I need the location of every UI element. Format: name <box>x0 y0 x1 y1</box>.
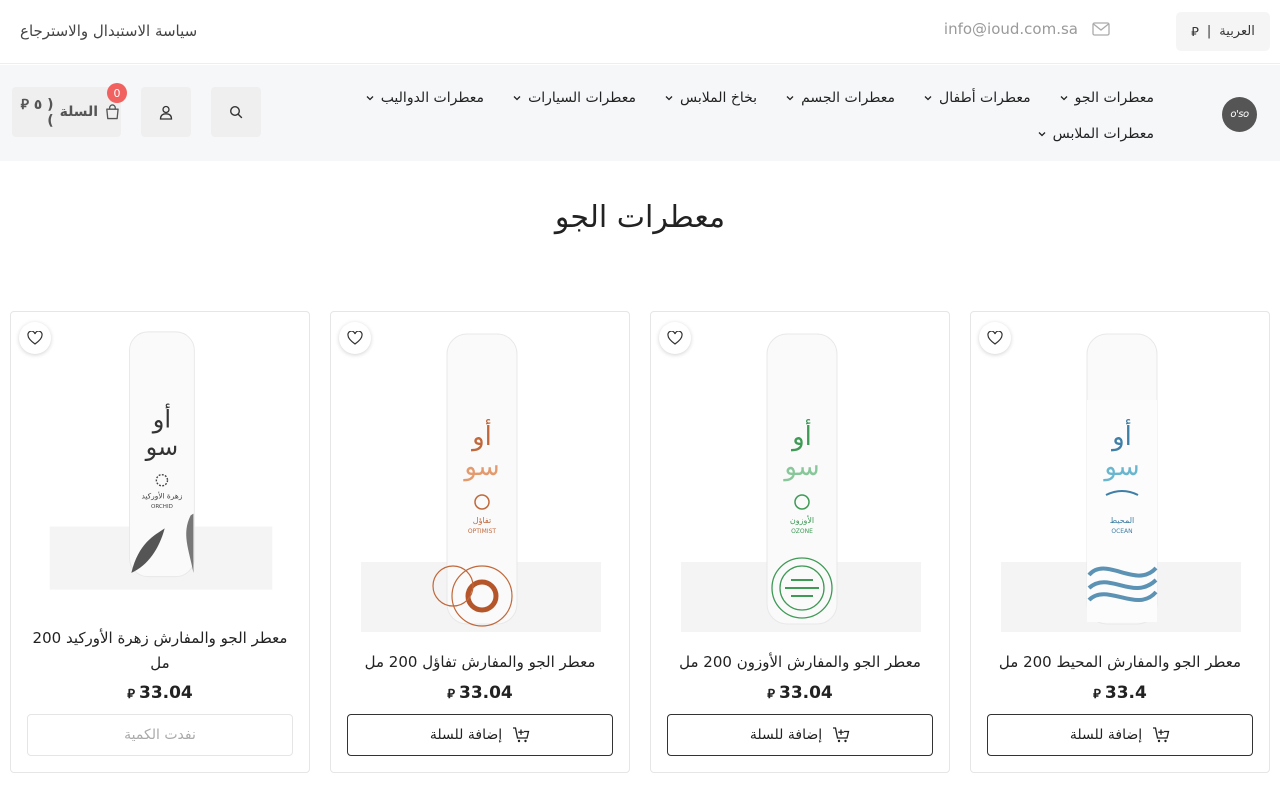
bottle-label-ar: زهرة الأوركيد <box>141 492 182 501</box>
account-button[interactable] <box>141 87 191 137</box>
bottle-brand-text: سو <box>782 452 819 482</box>
nav-item-car-fresheners[interactable]: معطرات السيارات <box>512 90 636 106</box>
nav-item-label: معطرات الدواليب <box>380 90 485 106</box>
add-to-cart-label: إضافة للسلة <box>1069 727 1143 743</box>
bottle-brand-text: أو <box>790 418 812 452</box>
nav-item-kids-fresheners[interactable]: معطرات أطفال <box>923 90 1031 106</box>
chevron-down-icon <box>665 96 673 101</box>
page-title: معطرات الجو <box>554 200 726 235</box>
bottle-label-ar: المحيط <box>1110 516 1134 525</box>
chevron-down-icon <box>366 96 374 101</box>
nav-row-2: معطرات الملابس <box>1037 126 1154 142</box>
cart-button[interactable]: السلة ( ٥ ⃁ ) <box>12 87 121 137</box>
add-to-cart-button[interactable]: إضافة للسلة <box>347 714 613 756</box>
shopping-bag-icon <box>106 104 119 120</box>
nav-item-label: معطرات الملابس <box>1052 126 1154 142</box>
bottle-label-en: OCEAN <box>1111 528 1132 535</box>
add-cart-icon <box>833 727 850 743</box>
contact-email[interactable]: info@ioud.com.sa <box>944 20 1110 38</box>
currency-symbol: ⃁ <box>767 686 775 702</box>
product-image[interactable]: أو سو تفاؤل OPTIMIST <box>361 330 601 632</box>
bottle-brand-text: سو <box>145 433 179 461</box>
product-image[interactable]: أو سو الأوزون OZONE <box>681 330 921 632</box>
product-name[interactable]: معطر الجو والمفارش الأوزون 200 مل <box>665 650 935 675</box>
top-bar: العربية | ⃁ info@ioud.com.sa سياسة الاست… <box>0 0 1280 64</box>
product-price: 33.04 ⃁ <box>331 683 629 703</box>
product-price: 33.04 ⃁ <box>651 683 949 703</box>
nav-item-closet-fresheners[interactable]: معطرات الدواليب <box>365 90 484 106</box>
nav-item-label: معطرات الجسم <box>801 90 896 106</box>
add-to-cart-label: إضافة للسلة <box>429 727 503 743</box>
nav-item-label: معطرات السيارات <box>528 90 637 106</box>
bottle-label-en: OZONE <box>791 528 813 535</box>
chevron-down-icon <box>1038 132 1046 137</box>
product-card: أو سو الأوزون OZONE معطر الجو والمفارش ا… <box>650 311 950 773</box>
bottle-brand-text: أو <box>470 418 492 452</box>
chevron-down-icon <box>924 96 932 101</box>
cart-amount: ( ٥ ⃁ ) <box>20 97 54 129</box>
cart-count-badge: 0 <box>107 83 127 103</box>
product-card: أو سو تفاؤل OPTIMIST معطر الجو والمفارش … <box>330 311 630 773</box>
user-icon <box>159 105 173 120</box>
bottle-label-en: OPTIMIST <box>468 528 497 535</box>
currency-symbol: ⃁ <box>447 686 455 702</box>
nav-item-body-fresheners[interactable]: معطرات الجسم <box>785 90 895 106</box>
product-name[interactable]: معطر الجو والمفارش المحيط 200 مل <box>985 650 1255 675</box>
bottle-label-ar: تفاؤل <box>473 516 491 525</box>
main-navigation: o'so معطرات الجو معطرات أطفال معطرات الج… <box>0 65 1280 161</box>
bottle-label-en: ORCHID <box>151 504 173 510</box>
bottle-brand-text: أو <box>1110 418 1132 452</box>
bottle-label-ar: الأوزون <box>790 515 814 525</box>
price-value: 33.04 <box>458 683 513 703</box>
price-value: 33.4 <box>1104 683 1147 703</box>
add-to-cart-button[interactable]: إضافة للسلة <box>667 714 933 756</box>
search-icon <box>229 105 243 119</box>
product-card: أو سو زهرة الأوركيد ORCHID معطر الجو وال… <box>10 311 310 773</box>
product-name[interactable]: معطر الجو والمفارش تفاؤل 200 مل <box>345 650 615 675</box>
cart-label: السلة <box>59 104 99 120</box>
currency-symbol: ⃁ <box>127 686 135 702</box>
nav-item-air-fresheners[interactable]: معطرات الجو <box>1059 90 1154 106</box>
add-to-cart-label: إضافة للسلة <box>749 727 823 743</box>
add-cart-icon <box>1153 727 1170 743</box>
add-to-cart-button[interactable]: إضافة للسلة <box>987 714 1253 756</box>
nav-item-clothes-spray[interactable]: بخاخ الملابس <box>664 90 757 106</box>
product-price: 33.04 ⃁ <box>11 683 309 703</box>
add-cart-icon <box>513 727 530 743</box>
price-value: 33.04 <box>778 683 833 703</box>
currency-symbol: ⃁ <box>1191 25 1199 40</box>
sold-out-button: نفدت الكمية <box>27 714 293 756</box>
product-price: 33.4 ⃁ <box>971 683 1269 703</box>
nav-item-label: معطرات الجو <box>1074 90 1154 106</box>
language-currency-switcher[interactable]: العربية | ⃁ <box>1176 12 1270 51</box>
return-policy-link[interactable]: سياسة الاستبدال والاسترجاع <box>20 22 197 40</box>
product-name[interactable]: معطر الجو والمفارش زهرة الأوركيد 200 مل <box>25 626 295 676</box>
logo[interactable]: o'so <box>1222 97 1257 132</box>
nav-row-1: معطرات الجو معطرات أطفال معطرات الجسم بخ… <box>365 90 1154 106</box>
mail-icon <box>1092 22 1110 36</box>
search-button[interactable] <box>211 87 261 137</box>
bottle-brand-text: سو <box>462 452 499 482</box>
chevron-down-icon <box>513 96 521 101</box>
bottle-brand-text: أو <box>152 403 171 433</box>
separator: | <box>1206 24 1212 39</box>
email-text: info@ioud.com.sa <box>943 20 1078 38</box>
chevron-down-icon <box>786 96 794 101</box>
bottle-brand-text: سو <box>1102 452 1139 482</box>
nav-item-label: معطرات أطفال <box>939 90 1031 106</box>
nav-item-clothes-fresheners[interactable]: معطرات الملابس <box>1037 126 1154 142</box>
product-card: أو سو المحيط OCEAN معطر الجو والمفارش ال… <box>970 311 1270 773</box>
language-label: العربية <box>1219 24 1255 39</box>
nav-item-label: بخاخ الملابس <box>680 90 758 106</box>
chevron-down-icon <box>1060 96 1068 101</box>
price-value: 33.04 <box>138 683 193 703</box>
product-image[interactable]: أو سو زهرة الأوركيد ORCHID <box>41 330 281 610</box>
product-image[interactable]: أو سو المحيط OCEAN <box>1001 330 1241 632</box>
currency-symbol: ⃁ <box>1093 686 1101 702</box>
